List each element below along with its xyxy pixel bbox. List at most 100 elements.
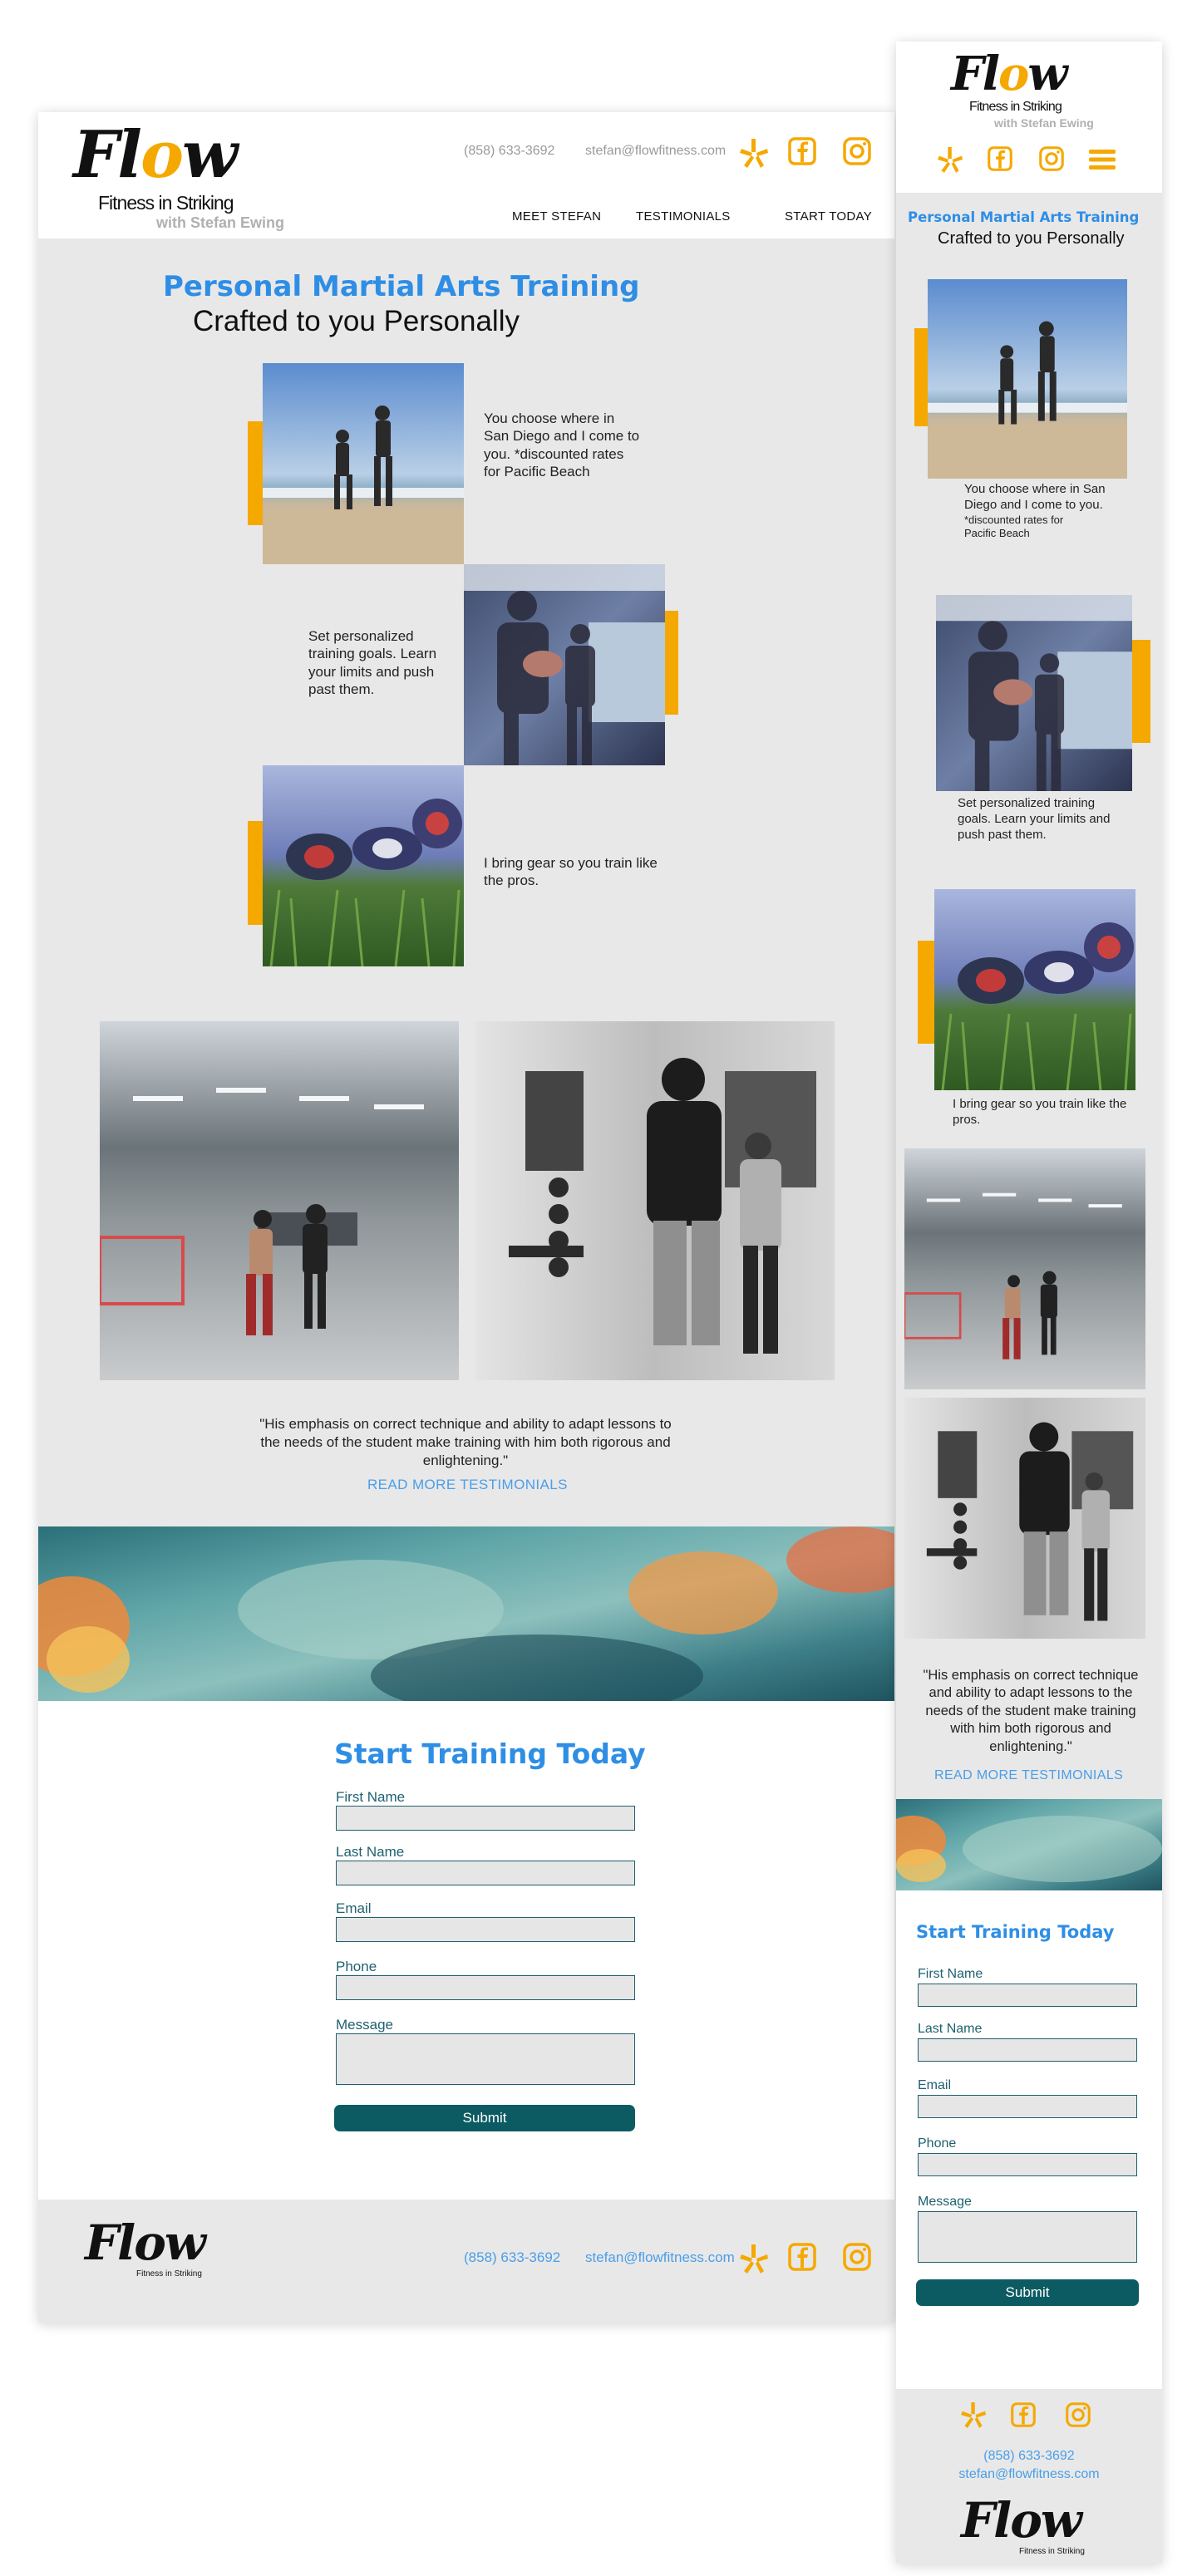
logo-tagline: Fitness in Striking — [1019, 2547, 1085, 2556]
feature-text: Set personalized training goals. Learn y… — [958, 796, 1111, 842]
feature-text: You choose where in San Diego and I come… — [484, 410, 642, 480]
logo-text-part: w — [1027, 47, 1067, 101]
last-name-input[interactable] — [918, 2038, 1137, 2062]
feature-text: You choose where in San Diego and I come… — [964, 482, 1111, 540]
form-title: Start Training Today — [334, 1738, 646, 1770]
yelp-icon[interactable] — [740, 137, 768, 169]
gear-on-grass-photo — [263, 765, 464, 966]
header-phone[interactable]: (858) 633-3692 — [464, 144, 554, 159]
last-name-label: Last Name — [336, 1844, 405, 1860]
nav-testimonials[interactable]: TESTIMONIALS — [636, 209, 731, 224]
instagram-icon[interactable] — [1066, 2402, 1091, 2427]
logo[interactable]: Flow Fitness in Striking with Stefan Ewi… — [951, 50, 1117, 133]
desktop-mockup: Flow Fitness in Striking with Stefan Ewi… — [38, 112, 894, 2323]
last-name-label: Last Name — [918, 2022, 983, 2036]
instagram-icon[interactable] — [1039, 146, 1064, 171]
mobile-mockup: Flow Fitness in Striking with Stefan Ewi… — [896, 42, 1162, 2564]
facebook-icon[interactable] — [788, 2243, 816, 2271]
accent-bar — [248, 421, 263, 525]
logo[interactable]: Flow Fitness in Striking with Stefan Ewi… — [73, 122, 323, 232]
footer-email[interactable]: stefan@flowfitness.com — [585, 2249, 735, 2266]
submit-button[interactable]: Submit — [334, 2105, 635, 2131]
hero-subtitle: Crafted to you Personally — [938, 229, 1125, 248]
submit-button[interactable]: Submit — [916, 2279, 1139, 2306]
footer-logo[interactable]: Flow Fitness in Striking — [85, 2218, 234, 2293]
first-name-label: First Name — [336, 1789, 406, 1805]
logo-text-o: o — [998, 47, 1029, 101]
instagram-icon[interactable] — [843, 137, 871, 165]
bw-pads-photo — [904, 1398, 1145, 1639]
clouds-banner — [38, 1526, 894, 1701]
footer-email[interactable]: stefan@flowfitness.com — [896, 2467, 1162, 2482]
logo-text-o: o — [140, 117, 184, 193]
logo-text-part: w — [1040, 2492, 1082, 2549]
hero-title: Personal Martial Arts Training — [163, 270, 640, 303]
email-label: Email — [336, 1900, 372, 1916]
message-label: Message — [918, 2195, 972, 2209]
mobile-header: Flow Fitness in Striking with Stefan Ewi… — [896, 42, 1162, 193]
hero-subtitle: Crafted to you Personally — [193, 305, 520, 337]
first-name-input[interactable] — [918, 1984, 1137, 2007]
contact-form-section: Start Training Today First Name Last Nam… — [896, 1890, 1162, 2389]
email-input[interactable] — [336, 1917, 635, 1942]
logo-text-part: w — [182, 117, 238, 193]
testimonial-quote: "His emphasis on correct technique and a… — [259, 1416, 672, 1469]
message-textarea[interactable] — [336, 2033, 635, 2085]
contact-form-section: Start Training Today First Name Last Nam… — [38, 1701, 894, 2200]
feature-text: Set personalized training goals. Learn y… — [308, 628, 437, 697]
mobile-footer: (858) 633-3692 stefan@flowfitness.com Fl… — [896, 2389, 1162, 2564]
nav-start-today[interactable]: START TODAY — [785, 209, 872, 224]
testimonial-quote: "His emphasis on correct technique and a… — [923, 1668, 1139, 1754]
first-name-input[interactable] — [336, 1806, 635, 1831]
header-email[interactable]: stefan@flowfitness.com — [585, 144, 726, 159]
logo-text-part: Fl — [961, 2492, 1012, 2549]
yelp-icon[interactable] — [961, 2401, 986, 2429]
logo-subtitle: with Stefan Ewing — [156, 214, 285, 231]
logo-tagline: Fitness in Striking — [136, 2269, 202, 2279]
message-label: Message — [336, 2017, 393, 2033]
footer-phone[interactable]: (858) 633-3692 — [896, 2449, 1162, 2464]
logo-tagline: Fitness in Striking — [969, 100, 1062, 114]
footer-phone[interactable]: (858) 633-3692 — [464, 2249, 560, 2266]
accent-bar — [914, 328, 928, 426]
message-textarea[interactable] — [918, 2211, 1137, 2263]
hero-title: Personal Martial Arts Training — [908, 209, 1140, 225]
accent-bar — [248, 821, 263, 925]
site-header: Flow Fitness in Striking with Stefan Ewi… — [38, 112, 894, 238]
phone-input[interactable] — [336, 1975, 635, 2000]
logo-text-o: o — [1010, 2492, 1042, 2549]
last-name-input[interactable] — [336, 1861, 635, 1885]
email-input[interactable] — [918, 2095, 1137, 2118]
garage-training-photo — [464, 564, 665, 765]
accent-bar — [918, 941, 934, 1044]
feature-text: I bring gear so you train like the pros. — [953, 1097, 1127, 1127]
phone-label: Phone — [918, 2136, 957, 2151]
facebook-icon[interactable] — [1011, 2402, 1036, 2427]
feature-text-main: You choose where in San Diego and I come… — [964, 482, 1106, 512]
logo-text-part: Fl — [73, 117, 142, 193]
read-more-testimonials-link[interactable]: READ MORE TESTIMONIALS — [367, 1477, 568, 1493]
footer-logo[interactable]: Flow Fitness in Striking — [961, 2495, 1111, 2562]
read-more-testimonials-link[interactable]: READ MORE TESTIMONIALS — [934, 1768, 1123, 1783]
logo-text-part: Fl — [85, 2215, 135, 2271]
garage-training-photo — [936, 595, 1132, 791]
yelp-icon[interactable] — [938, 145, 963, 174]
logo-tagline: Fitness in Striking — [98, 192, 234, 214]
beach-training-photo — [928, 279, 1127, 479]
yelp-icon[interactable] — [740, 2243, 768, 2274]
hamburger-menu-icon[interactable] — [1089, 148, 1116, 171]
feature-note: *discounted rates for Pacific Beach — [964, 513, 1064, 539]
facebook-icon[interactable] — [988, 146, 1012, 171]
form-title: Start Training Today — [916, 1922, 1115, 1942]
phone-input[interactable] — [918, 2153, 1137, 2176]
clouds-banner — [896, 1799, 1162, 1890]
beach-training-photo — [263, 363, 464, 564]
logo-subtitle: with Stefan Ewing — [994, 116, 1094, 130]
logo-text-part: w — [164, 2215, 206, 2271]
instagram-icon[interactable] — [843, 2243, 871, 2271]
facebook-icon[interactable] — [788, 137, 816, 165]
feature-text: I bring gear so you train like the pros. — [484, 855, 658, 889]
gear-on-grass-photo — [934, 889, 1135, 1090]
nav-meet-stefan[interactable]: MEET STEFAN — [512, 209, 601, 224]
gym-sparring-photo — [100, 1021, 459, 1380]
